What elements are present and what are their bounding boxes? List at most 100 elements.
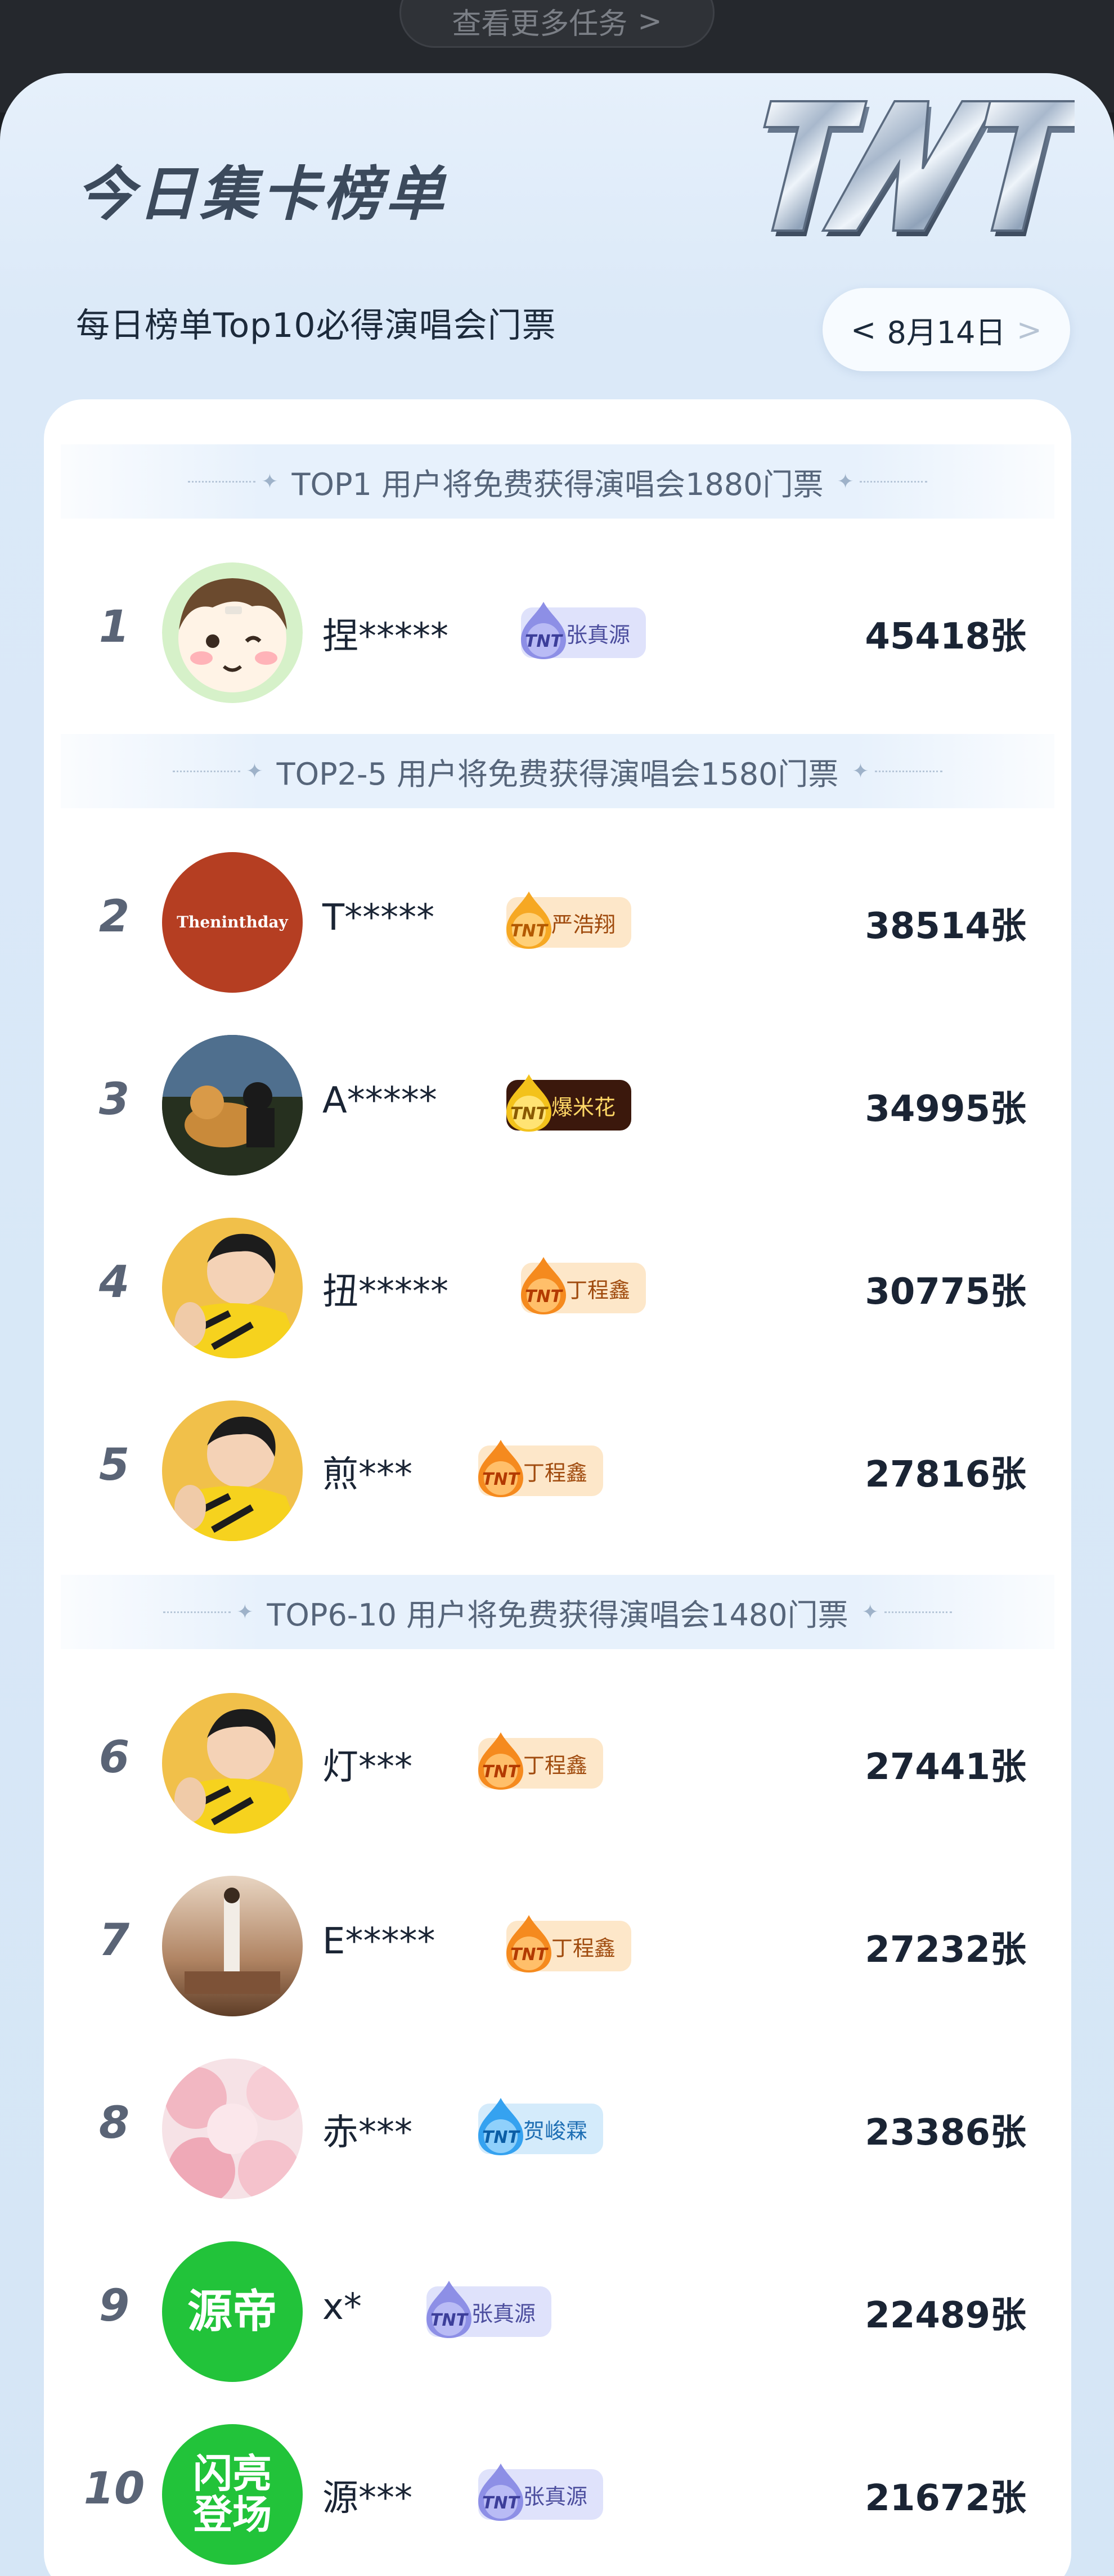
- avatar[interactable]: [162, 1218, 303, 1358]
- avatar[interactable]: [162, 1876, 303, 2016]
- svg-text:TNT: TNT: [510, 1104, 549, 1124]
- badge-label: 严浩翔: [551, 912, 616, 937]
- avatar[interactable]: 源帝: [162, 2241, 303, 2382]
- badge-label: 张真源: [566, 622, 631, 647]
- leaderboard-row[interactable]: 3 A***** TNT 爆米花 34995张: [44, 1035, 1071, 1176]
- idol-badge: TNT 严浩翔: [506, 891, 632, 949]
- leaderboard-row[interactable]: 9 源帝 x* TNT 张真源 22489张: [44, 2241, 1071, 2382]
- date-label: 8月14日: [887, 314, 1006, 350]
- avatar[interactable]: Theninthday: [162, 852, 303, 993]
- tier-banner-top1: ✦ TOP1 用户将免费获得演唱会1880门票 ✦: [61, 444, 1054, 519]
- leaderboard-row[interactable]: 2 Theninthday T***** TNT 严浩翔 38514张: [44, 852, 1071, 993]
- idol-badge: TNT 丁程鑫: [478, 1440, 604, 1497]
- tier-label: TOP1 用户将免费获得演唱会1880门票: [291, 466, 824, 502]
- tier-banner-top6-10: ✦ TOP6-10 用户将免费获得演唱会1480门票 ✦: [61, 1575, 1054, 1649]
- avatar[interactable]: [162, 1400, 303, 1541]
- svg-text:TNT: TNT: [482, 1762, 521, 1782]
- badge-label: 丁程鑫: [523, 1753, 588, 1778]
- rank-number: 10: [83, 2464, 145, 2514]
- chevron-right-icon[interactable]: >: [1017, 312, 1042, 348]
- card-count: 27441张: [865, 1746, 1026, 1788]
- sparkle-icon: ✦: [837, 470, 927, 493]
- tnt-badge-icon: TNT: [521, 602, 566, 659]
- leaderboard-row[interactable]: 7 E***** TNT 丁程鑫 27232张: [44, 1876, 1071, 2016]
- sparkle-icon: ✦: [173, 760, 263, 783]
- svg-text:TNT: TNT: [525, 1287, 564, 1307]
- user-name: 源***: [322, 2478, 412, 2519]
- badge-label: 丁程鑫: [551, 1935, 616, 1961]
- tier-banner-top2-5: ✦ TOP2-5 用户将免费获得演唱会1580门票 ✦: [61, 734, 1054, 808]
- user-name: 赤***: [322, 2112, 412, 2154]
- leaderboard-row[interactable]: 8 赤*** TNT 贺峻霖 23386张: [44, 2059, 1071, 2199]
- more-tasks-button[interactable]: 查看更多任务 >: [399, 0, 715, 48]
- leaderboard-row[interactable]: 6 灯*** TNT 丁程鑫 27441张: [44, 1693, 1071, 1834]
- avatar[interactable]: [162, 1035, 303, 1176]
- avatar-text-line: 闪亮: [193, 2450, 272, 2497]
- rank-number: 1: [98, 602, 130, 652]
- user-name: 捏*****: [322, 616, 448, 657]
- avatar[interactable]: [162, 562, 303, 703]
- tnt-badge-icon: TNT: [521, 1257, 566, 1314]
- card-count: 23386张: [865, 2112, 1026, 2154]
- card-count: 45418张: [865, 616, 1026, 657]
- avatar[interactable]: 闪亮 登场: [162, 2424, 303, 2565]
- tnt-badge-icon: TNT: [478, 1440, 523, 1497]
- card-count: 21672张: [865, 2478, 1026, 2519]
- page-title: 今日集卡榜单: [76, 160, 448, 228]
- user-name: x*: [322, 2286, 362, 2328]
- badge-label: 丁程鑫: [523, 1460, 588, 1485]
- svg-text:TNT: TNT: [525, 632, 564, 651]
- badge-label: 贺峻霖: [523, 2118, 588, 2143]
- idol-badge: TNT 丁程鑫: [478, 1732, 604, 1790]
- avatar[interactable]: [162, 2059, 303, 2199]
- chevron-left-icon[interactable]: <: [851, 312, 876, 348]
- svg-text:TNT: TNT: [510, 1945, 549, 1965]
- avatar-text: 闪亮 登场: [162, 2424, 303, 2565]
- card-count: 38514张: [865, 906, 1026, 947]
- svg-text:TNT: TNT: [482, 2493, 521, 2513]
- card-count: 27232张: [865, 1929, 1026, 1971]
- idol-badge: TNT 张真源: [426, 2281, 552, 2338]
- sparkle-icon: ✦: [188, 470, 278, 493]
- rank-number: 2: [98, 891, 130, 942]
- sparkle-icon: ✦: [163, 1601, 253, 1624]
- tnt-badge-icon: TNT: [506, 1074, 551, 1132]
- card-count: 22489张: [865, 2295, 1026, 2336]
- badge-label: 丁程鑫: [566, 1277, 631, 1303]
- sparkle-icon: ✦: [862, 1601, 952, 1624]
- tnt-logo: [763, 100, 1075, 236]
- user-name: 扭*****: [322, 1271, 448, 1313]
- leaderboard-row[interactable]: 1 捏***** TNT 张真源 45418张: [44, 562, 1071, 703]
- sparkle-icon: ✦: [852, 760, 942, 783]
- subtitle: 每日榜单Top10必得演唱会门票: [76, 306, 556, 345]
- leaderboard-card: ✦ TOP1 用户将免费获得演唱会1880门票 ✦ 1 捏***** TNT 张…: [44, 399, 1071, 2576]
- svg-text:TNT: TNT: [482, 2128, 521, 2147]
- svg-text:TNT: TNT: [510, 921, 549, 941]
- idol-badge: TNT 张真源: [521, 602, 646, 659]
- avatar-text-line: 登场: [193, 2492, 272, 2538]
- tnt-badge-icon: TNT: [478, 1732, 523, 1790]
- tnt-badge-icon: TNT: [478, 2464, 523, 2521]
- avatar-text: Theninthday: [177, 913, 288, 932]
- leaderboard-row[interactable]: 5 煎*** TNT 丁程鑫 27816张: [44, 1400, 1071, 1541]
- badge-label: 爆米花: [551, 1095, 616, 1120]
- date-selector: < 8月14日 >: [823, 288, 1070, 371]
- leaderboard-row[interactable]: 4 扭***** TNT 丁程鑫 30775张: [44, 1218, 1071, 1358]
- avatar[interactable]: [162, 1693, 303, 1834]
- tnt-badge-icon: TNT: [478, 2098, 523, 2155]
- card-count: 34995张: [865, 1088, 1026, 1130]
- rank-number: 6: [98, 1732, 130, 1783]
- tnt-badge-icon: TNT: [426, 2281, 471, 2338]
- card-count: 27816张: [865, 1454, 1026, 1496]
- card-count: 30775张: [865, 1271, 1026, 1313]
- tnt-badge-icon: TNT: [506, 1915, 551, 1972]
- more-tasks-label: 查看更多任务: [452, 7, 628, 41]
- ranking-panel: 今日集卡榜单 每日榜单Top10必得演唱会门票 < 8月14日 > ✦ TOP1…: [0, 73, 1114, 2576]
- user-name: T*****: [322, 897, 435, 939]
- leaderboard-row[interactable]: 10 闪亮 登场 源*** TNT 张真源 21672张: [44, 2424, 1071, 2565]
- idol-badge: TNT 贺峻霖: [478, 2098, 604, 2155]
- idol-badge: TNT 丁程鑫: [521, 1257, 646, 1314]
- idol-badge: TNT 张真源: [478, 2464, 604, 2521]
- rank-number: 8: [98, 2098, 130, 2149]
- avatar-text: 源帝: [187, 2285, 277, 2338]
